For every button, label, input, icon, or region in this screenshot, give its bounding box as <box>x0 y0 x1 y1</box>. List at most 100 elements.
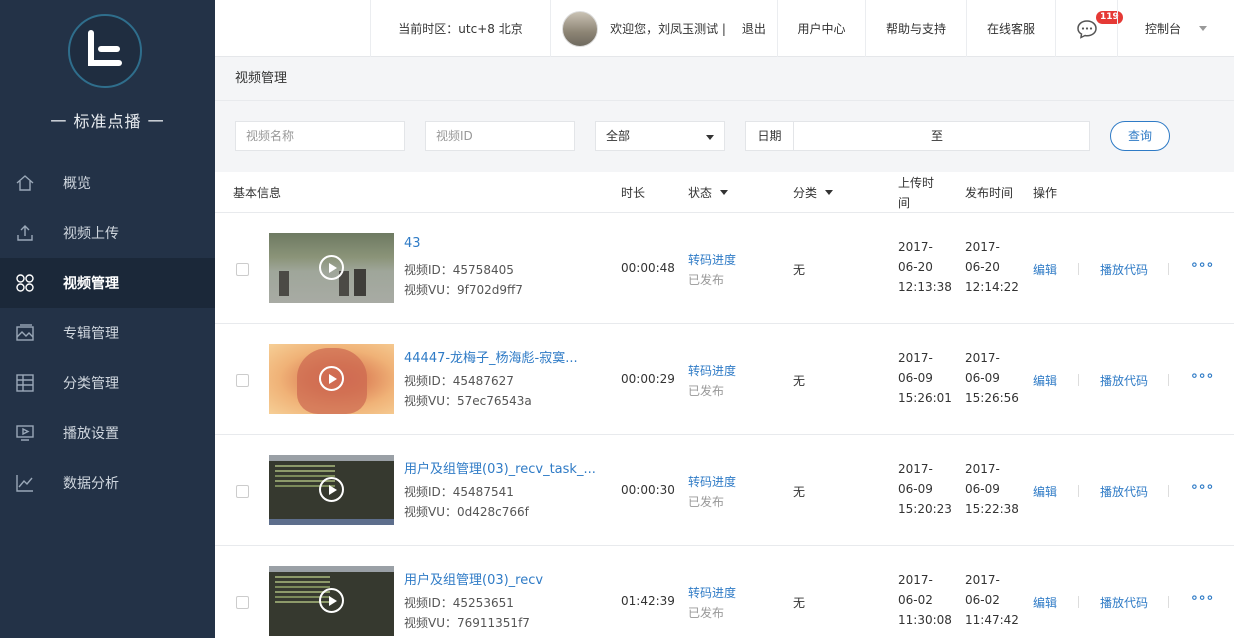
video-id-input[interactable]: 视频ID <box>425 121 575 151</box>
video-title-link[interactable]: 用户及组管理(03)_recv_task_... <box>404 458 604 477</box>
col-status[interactable]: 状态 <box>688 172 729 213</box>
transcode-progress-link[interactable]: 转码进度 <box>688 584 736 601</box>
video-thumbnail[interactable] <box>269 566 394 636</box>
sort-caret-icon <box>720 190 729 195</box>
sidebar-item-analytics[interactable]: 数据分析 <box>0 458 215 508</box>
sidebar-item-album[interactable]: 专辑管理 <box>0 308 215 358</box>
avatar[interactable] <box>562 10 599 47</box>
row-checkbox[interactable] <box>236 263 249 276</box>
video-thumbnail[interactable] <box>269 344 394 414</box>
row-checkbox[interactable] <box>236 374 249 387</box>
duration: 01:42:39 <box>621 594 675 608</box>
date-range-picker[interactable]: 日期 至 <box>745 121 1090 151</box>
top-bar: 当前时区：utc+8 北京 欢迎您，刘凤玉测试 | 退出 用户中心 帮助与支持 … <box>215 0 1234 57</box>
publish-date-year: 2017- <box>965 462 1000 476</box>
op-divider <box>1168 263 1169 275</box>
upload-date-day: 06-02 <box>898 593 933 607</box>
sidebar: 一 标准点播 一 概览 视频上传 视频管理 专辑管理 分类管理 播放设置 数据分… <box>0 0 215 638</box>
edit-link[interactable]: 编辑 <box>1033 372 1057 389</box>
user-center-link[interactable]: 用户中心 <box>777 0 865 57</box>
sidebar-item-label: 专辑管理 <box>63 326 119 342</box>
home-icon <box>14 172 36 194</box>
col-status-label: 状态 <box>688 186 713 200</box>
more-options-icon[interactable]: ∘∘∘ <box>1190 368 1214 384</box>
upload-date-day: 06-09 <box>898 371 933 385</box>
edit-link[interactable]: 编辑 <box>1033 483 1057 500</box>
transcode-progress-link[interactable]: 转码进度 <box>688 473 736 490</box>
more-options-icon[interactable]: ∘∘∘ <box>1190 590 1214 606</box>
video-id: 视频ID：45487627 <box>404 374 514 388</box>
play-code-link[interactable]: 播放代码 <box>1100 483 1148 500</box>
op-divider <box>1078 374 1079 386</box>
table-header: 基本信息 时长 状态 分类 上传时间 发布时间 操作 <box>215 172 1234 213</box>
edit-link[interactable]: 编辑 <box>1033 261 1057 278</box>
op-divider <box>1168 374 1169 386</box>
chevron-down-icon <box>706 135 714 140</box>
video-thumbnail[interactable] <box>269 455 394 525</box>
video-id: 视频ID：45758405 <box>404 263 514 277</box>
video-title-link[interactable]: 用户及组管理(03)_recv <box>404 569 604 588</box>
grid-circles-icon <box>14 272 36 294</box>
thumb-window-bar <box>269 455 394 461</box>
publish-date-day: 06-09 <box>965 371 1000 385</box>
sidebar-item-upload[interactable]: 视频上传 <box>0 208 215 258</box>
sidebar-item-overview[interactable]: 概览 <box>0 158 215 208</box>
publish-date-year: 2017- <box>965 240 1000 254</box>
sidebar-item-category[interactable]: 分类管理 <box>0 358 215 408</box>
publish-date-day: 06-09 <box>965 482 1000 496</box>
video-title-link[interactable]: 43 <box>404 236 604 251</box>
help-link[interactable]: 帮助与支持 <box>865 0 966 57</box>
sidebar-item-playback[interactable]: 播放设置 <box>0 408 215 458</box>
duration: 00:00:48 <box>621 261 675 275</box>
play-code-link[interactable]: 播放代码 <box>1100 594 1148 611</box>
status-text: 已发布 <box>688 495 725 509</box>
video-vu: 视频VU：9f702d9ff7 <box>404 283 523 297</box>
query-button[interactable]: 查询 <box>1110 121 1170 151</box>
upload-date-day: 06-09 <box>898 482 933 496</box>
thumb-code-lines <box>275 576 330 578</box>
video-vu: 视频VU：57ec76543a <box>404 394 532 408</box>
more-options-icon[interactable]: ∘∘∘ <box>1190 479 1214 495</box>
online-service-link[interactable]: 在线客服 <box>966 0 1055 57</box>
sidebar-item-label: 概览 <box>63 176 91 192</box>
filter-bar: 视频名称 视频ID 全部 日期 至 查询 <box>215 101 1234 172</box>
col-operations: 操作 <box>1033 186 1058 200</box>
transcode-progress-link[interactable]: 转码进度 <box>688 251 736 268</box>
col-basic-info: 基本信息 <box>233 186 282 200</box>
more-options-icon[interactable]: ∘∘∘ <box>1190 257 1214 273</box>
publish-time: 12:14:22 <box>965 280 1019 294</box>
edit-link[interactable]: 编辑 <box>1033 594 1057 611</box>
publish-time: 15:22:38 <box>965 502 1019 516</box>
video-title-link[interactable]: 44447-龙梅子_杨海彪-寂寞... <box>404 347 604 366</box>
video-name-input[interactable]: 视频名称 <box>235 121 405 151</box>
sidebar-item-label: 视频上传 <box>63 226 119 242</box>
play-code-link[interactable]: 播放代码 <box>1100 372 1148 389</box>
messages-button[interactable]: 119 <box>1055 0 1123 57</box>
row-checkbox[interactable] <box>236 596 249 609</box>
upload-date-year: 2017- <box>898 351 933 365</box>
status-text: 已发布 <box>688 606 725 620</box>
date-label: 日期 <box>746 122 794 150</box>
video-id: 视频ID：45487541 <box>404 485 514 499</box>
transcode-progress-link[interactable]: 转码进度 <box>688 362 736 379</box>
video-thumbnail[interactable] <box>269 233 394 303</box>
upload-time: 15:26:01 <box>898 391 952 405</box>
console-dropdown[interactable]: 控制台 <box>1117 0 1234 57</box>
play-code-link[interactable]: 播放代码 <box>1100 261 1148 278</box>
op-divider <box>1168 596 1169 608</box>
chevron-down-icon <box>1199 26 1207 31</box>
row-checkbox[interactable] <box>236 485 249 498</box>
logout-link[interactable]: 退出 <box>742 20 766 37</box>
status-select[interactable]: 全部 <box>595 121 725 151</box>
sidebar-item-video-management[interactable]: 视频管理 <box>0 258 215 308</box>
console-label: 控制台 <box>1144 22 1181 36</box>
play-icon <box>319 588 344 613</box>
video-vu: 视频VU：0d428c766f <box>404 505 529 519</box>
col-category[interactable]: 分类 <box>793 172 834 213</box>
sidebar-item-label: 播放设置 <box>63 426 119 442</box>
timezone-text: 当前时区：utc+8 北京 <box>398 22 523 36</box>
upload-date-year: 2017- <box>898 573 933 587</box>
logo[interactable] <box>68 14 142 88</box>
table-row: 43 视频ID：45758405 视频VU：9f702d9ff7 00:00:4… <box>215 213 1234 324</box>
play-icon <box>319 255 344 280</box>
